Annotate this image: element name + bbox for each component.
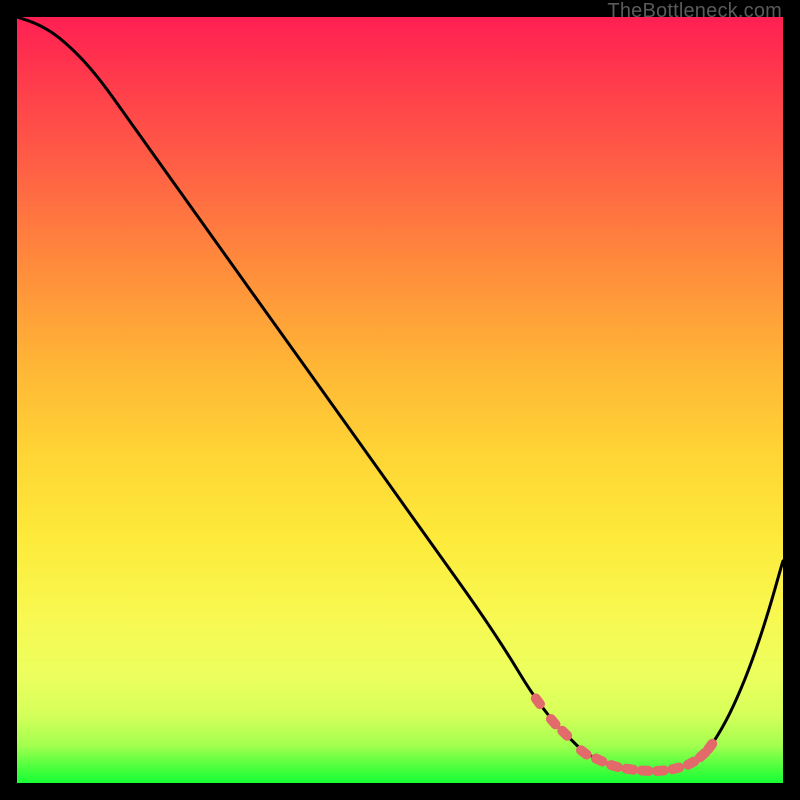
curve-marker xyxy=(621,763,639,775)
bottleneck-curve xyxy=(17,17,783,771)
plot-area xyxy=(17,17,783,783)
bottleneck-curve-svg xyxy=(17,17,783,783)
curve-marker xyxy=(589,752,609,768)
curve-marker xyxy=(605,759,624,773)
curve-markers xyxy=(529,692,719,777)
curve-marker xyxy=(652,765,670,776)
curve-marker xyxy=(636,765,653,776)
chart-container: TheBottleneck.com xyxy=(0,0,800,800)
curve-marker xyxy=(666,761,685,775)
